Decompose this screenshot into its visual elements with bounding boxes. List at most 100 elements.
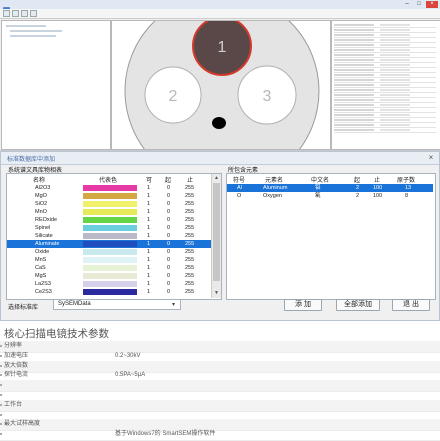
phase-row[interactable]: La2S3 1 0 255 (7, 280, 211, 288)
phase-end: 255 (185, 241, 195, 247)
phase-end: 255 (185, 217, 195, 223)
phase-row[interactable]: Al2O3 1 0 255 (7, 184, 211, 192)
phase-end: 255 (185, 201, 195, 207)
phase-color-swatch[interactable] (83, 201, 137, 207)
property-row (334, 44, 436, 48)
phase-row[interactable]: CaS 1 0 255 (7, 264, 211, 272)
phase-row[interactable]: Spinel 1 0 255 (7, 224, 211, 232)
phase-table-scrollbar[interactable]: ▲ ▼ (211, 174, 221, 298)
phase-end: 255 (185, 281, 195, 287)
column-header-element-name[interactable]: 元素名 (265, 175, 283, 184)
column-header-start[interactable]: 起 (165, 175, 171, 184)
app-logo-icon (3, 1, 10, 14)
toolbar-button[interactable] (12, 10, 19, 17)
property-row (334, 94, 436, 98)
phase-name: Oxide (35, 249, 50, 255)
phase-start: 0 (167, 225, 171, 231)
toolbar-button[interactable] (21, 10, 28, 17)
column-header-end[interactable]: 止 (187, 175, 193, 184)
element-row[interactable]: O Oxygen 氧 2 100 8 (227, 192, 433, 200)
phase-color-swatch[interactable] (83, 233, 137, 239)
tree-item[interactable] (10, 35, 56, 37)
properties-panel[interactable] (331, 20, 440, 150)
dialog-title: 标准数据库中添加 (7, 157, 56, 163)
column-header-start[interactable]: 起 (354, 175, 360, 184)
phase-enabled: 1 (147, 273, 151, 279)
phase-row[interactable]: Oxide 1 0 255 (7, 248, 211, 256)
phase-color-swatch[interactable] (83, 281, 137, 287)
phase-color-swatch[interactable] (83, 209, 137, 215)
element-atomic-number: 13 (405, 185, 412, 191)
zone-2-label: 2 (169, 88, 178, 105)
column-header-atomic-number[interactable]: 原子数 (397, 175, 415, 184)
phase-end: 255 (185, 265, 195, 271)
bullet-icon (0, 384, 2, 387)
phase-row[interactable]: MnO 1 0 255 (7, 208, 211, 216)
phase-table[interactable]: 名称 代表色 可 起 止 Al2O3 1 0 255 MgO 1 0 255 SiO2 1 0 255… (6, 173, 222, 300)
phase-color-swatch[interactable] (83, 265, 137, 271)
toolbar-button[interactable] (30, 10, 37, 17)
property-row (334, 24, 436, 28)
standard-library-label: 选择标准库 (8, 305, 39, 311)
phase-row[interactable]: MgO 1 0 255 (7, 192, 211, 200)
sample-canvas[interactable]: 1 2 3 (111, 20, 331, 150)
phase-row[interactable]: Silicate 1 0 255 (7, 232, 211, 240)
phase-name: Silicate (35, 233, 53, 239)
phase-color-swatch[interactable] (83, 225, 137, 231)
phase-row[interactable]: MnS 1 0 255 (7, 256, 211, 264)
column-header-symbol[interactable]: 符号 (233, 175, 245, 184)
column-header-enabled[interactable]: 可 (146, 175, 152, 184)
tree-item[interactable] (10, 30, 62, 32)
phase-row[interactable]: REOxide 1 0 255 (7, 216, 211, 224)
property-row (334, 69, 436, 73)
property-row (334, 49, 436, 53)
phase-row[interactable]: Aluminate 1 0 255 (7, 240, 211, 248)
phase-enabled: 1 (147, 193, 151, 199)
maximize-icon[interactable]: □ (414, 1, 424, 8)
dialog-titlebar: 标准数据库中添加 × (1, 152, 439, 165)
app-window: – □ × 1 2 3 (0, 0, 440, 151)
toolbar-button[interactable] (3, 10, 10, 17)
spec-table: 分辨率 加速电压 0.2~30kV 放大倍数 探针电流 0.5PA~5μA 工作台 最大试样高… (0, 341, 440, 441)
phase-color-swatch[interactable] (83, 217, 137, 223)
phase-color-swatch[interactable] (83, 273, 137, 279)
property-row (334, 29, 436, 33)
spec-key: 放大倍数 (4, 362, 29, 369)
element-row[interactable]: Al Aluminum 铝 2 100 13 (227, 184, 433, 192)
phase-color-swatch[interactable] (83, 185, 137, 191)
column-header-color[interactable]: 代表色 (99, 175, 117, 184)
phase-row[interactable]: SiO2 1 0 255 (7, 200, 211, 208)
bullet-icon (0, 364, 2, 367)
exit-button[interactable]: 退 出 (392, 299, 430, 311)
phase-color-swatch[interactable] (83, 193, 137, 199)
phase-color-swatch[interactable] (83, 241, 137, 247)
phase-color-swatch[interactable] (83, 257, 137, 263)
phase-name: MgO (35, 193, 47, 199)
bullet-icon (0, 354, 2, 357)
phase-row[interactable]: Ce2S3 1 0 255 (7, 288, 211, 296)
phase-row[interactable]: MgS 1 0 255 (7, 272, 211, 280)
phase-color-swatch[interactable] (83, 289, 137, 295)
bullet-icon (0, 394, 2, 396)
phase-color-swatch[interactable] (83, 249, 137, 255)
project-tree-panel[interactable] (1, 20, 111, 150)
column-header-end[interactable]: 止 (374, 175, 380, 184)
included-elements-table[interactable]: 符号 元素名 中文名 起 止 原子数 Al Aluminum 铝 2 100 13 O Oxy… (226, 173, 436, 300)
property-row (334, 54, 436, 58)
standard-library-select[interactable]: SySEMData ▾ (53, 299, 181, 310)
tree-item[interactable] (6, 25, 46, 27)
add-button[interactable]: 添 加 (284, 299, 322, 311)
column-header-name[interactable]: 名称 (33, 175, 45, 184)
scroll-down-icon[interactable]: ▼ (213, 290, 220, 297)
spec-key: 加速电压 (4, 352, 29, 359)
scroll-up-icon[interactable]: ▲ (213, 175, 220, 182)
column-header-chinese-name[interactable]: 中文名 (311, 175, 329, 184)
add-all-button[interactable]: 全部添加 (336, 299, 380, 311)
phase-enabled: 1 (147, 241, 151, 247)
close-icon[interactable]: × (426, 1, 438, 8)
scroll-thumb[interactable] (213, 183, 220, 281)
dialog-close-icon[interactable]: × (426, 153, 436, 163)
spec-key: 最大试样高度 (4, 421, 41, 428)
minimize-icon[interactable]: – (402, 1, 412, 8)
element-atomic-number: 8 (405, 193, 409, 199)
